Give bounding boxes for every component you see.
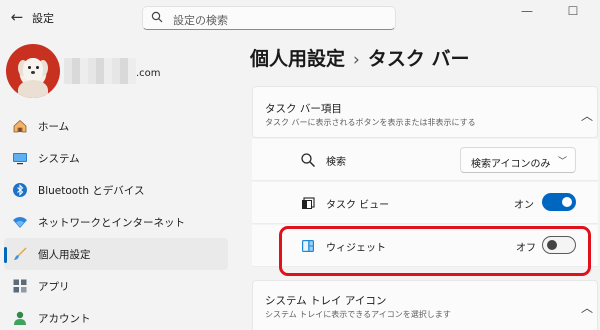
taskbar-items-header[interactable]: タスク バー項目 タスク バーに表示されるボタンを表示または非表示にする ︿ [252,86,598,138]
sidebar-item-apps[interactable]: アプリ [4,270,228,302]
minimize-button[interactable]: — [520,4,534,18]
section-title: システム トレイ アイコン [265,295,387,307]
section-subtitle: システム トレイに表示できるアイコンを選択します [265,310,451,319]
search-setting-row: 検索 検索アイコンのみ ﹀ [252,139,598,181]
chevron-down-icon: ﹀ [557,157,567,167]
sidebar-item-accounts[interactable]: アカウント [4,302,228,330]
task-view-setting-row: タスク ビュー オン [252,182,598,224]
section-subtitle: タスク バーに表示されるボタンを表示または非表示にする [265,118,476,127]
title-bar: ← 設定 設定の検索 — ☐ [0,0,600,34]
sidebar-item-label: ネットワークとインターネット [38,217,185,229]
apps-icon [13,279,27,293]
app-title: 設定 [32,12,54,25]
home-icon [13,119,27,133]
section-title: タスク バー項目 [265,103,342,115]
back-button[interactable]: ← [6,6,28,28]
sidebar-item-label: 個人用設定 [38,249,91,261]
search-icon [151,11,163,23]
sidebar-item-personalization[interactable]: 個人用設定 [4,238,228,270]
wifi-icon [13,217,27,228]
profile-email-redacted [64,58,136,84]
sidebar-item-home[interactable]: ホーム [4,110,228,142]
sidebar-nav: ホーム システム Bluetooth とデバイス ネットワークとインターネット … [0,110,232,330]
task-view-state-label: オン [514,200,534,211]
profile-email-suffix: .com [136,68,161,79]
sidebar-item-label: システム [38,153,80,165]
dropdown-value: 検索アイコンのみ [471,159,551,170]
breadcrumb-separator: › [353,50,360,70]
search-setting-label: 検索 [326,157,346,168]
highlight-annotation [279,226,591,276]
sidebar-item-system[interactable]: システム [4,142,228,174]
sidebar-item-bluetooth[interactable]: Bluetooth とデバイス [4,174,228,206]
task-view-icon [302,197,315,209]
brush-icon [14,247,27,260]
sidebar-item-label: Bluetooth とデバイス [38,185,145,197]
chevron-up-icon[interactable]: ︿ [581,107,593,124]
chevron-up-icon[interactable]: ︿ [581,299,593,316]
sidebar-item-label: アプリ [38,281,70,293]
bluetooth-icon [13,183,27,197]
search-input[interactable]: 設定の検索 [142,6,396,30]
active-indicator [4,247,7,263]
sidebar-item-network[interactable]: ネットワークとインターネット [4,206,228,238]
breadcrumb: 個人用設定 › タスク バー [250,44,469,71]
search-mode-dropdown[interactable]: 検索アイコンのみ ﹀ [460,147,576,173]
system-tray-header[interactable]: システム トレイ アイコン システム トレイに表示できるアイコンを選択します ︿ [252,280,598,330]
sidebar-item-label: ホーム [38,121,70,133]
system-icon [13,153,27,165]
avatar[interactable] [6,44,60,98]
search-icon [301,153,315,167]
task-view-label: タスク ビュー [326,200,390,211]
task-view-toggle[interactable] [542,193,576,211]
breadcrumb-parent[interactable]: 個人用設定 [250,48,345,70]
toggle-knob [562,197,572,207]
account-icon [14,311,26,325]
back-arrow-icon: ← [10,8,24,26]
maximize-button[interactable]: ☐ [566,4,580,18]
page-title: タスク バー [367,48,470,70]
search-placeholder: 設定の検索 [173,14,228,27]
sidebar-item-label: アカウント [38,313,91,325]
